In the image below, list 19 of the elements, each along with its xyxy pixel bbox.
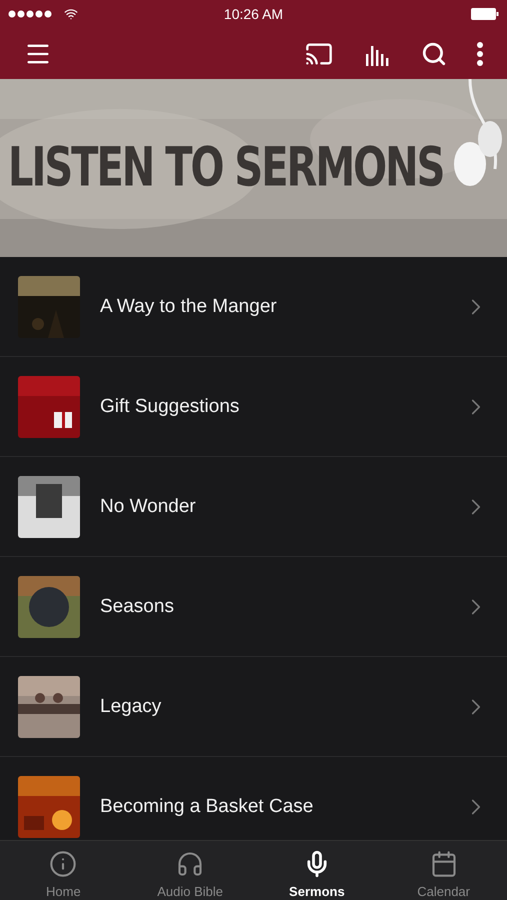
sermon-title: No Wonder — [100, 496, 197, 518]
banner-title: LISTEN TO SERMONS — [8, 136, 444, 200]
calendar-icon — [430, 850, 458, 878]
search-icon — [421, 40, 447, 66]
headphones-icon — [176, 850, 204, 878]
wifi-icon — [64, 7, 78, 21]
tab-bar-item[interactable]: Audio Bible — [126, 841, 254, 900]
sermon-title: Legacy — [100, 696, 162, 718]
sermon-title: A Way to the Manger — [100, 296, 278, 318]
sermon-title: Becoming a Basket Case — [100, 796, 314, 818]
info-icon — [49, 850, 78, 878]
tab-bar-item[interactable]: Calendar — [380, 841, 507, 900]
status-time: 10:26 AM — [224, 6, 284, 22]
tab-bar-item[interactable]: Sermons — [254, 841, 380, 900]
more-icon — [477, 42, 483, 66]
sermon-title: Gift Suggestions — [100, 396, 240, 418]
tab-bar-item[interactable]: Home — [0, 841, 127, 900]
sermon-title: Seasons — [100, 596, 175, 618]
battery-icon — [471, 8, 499, 20]
